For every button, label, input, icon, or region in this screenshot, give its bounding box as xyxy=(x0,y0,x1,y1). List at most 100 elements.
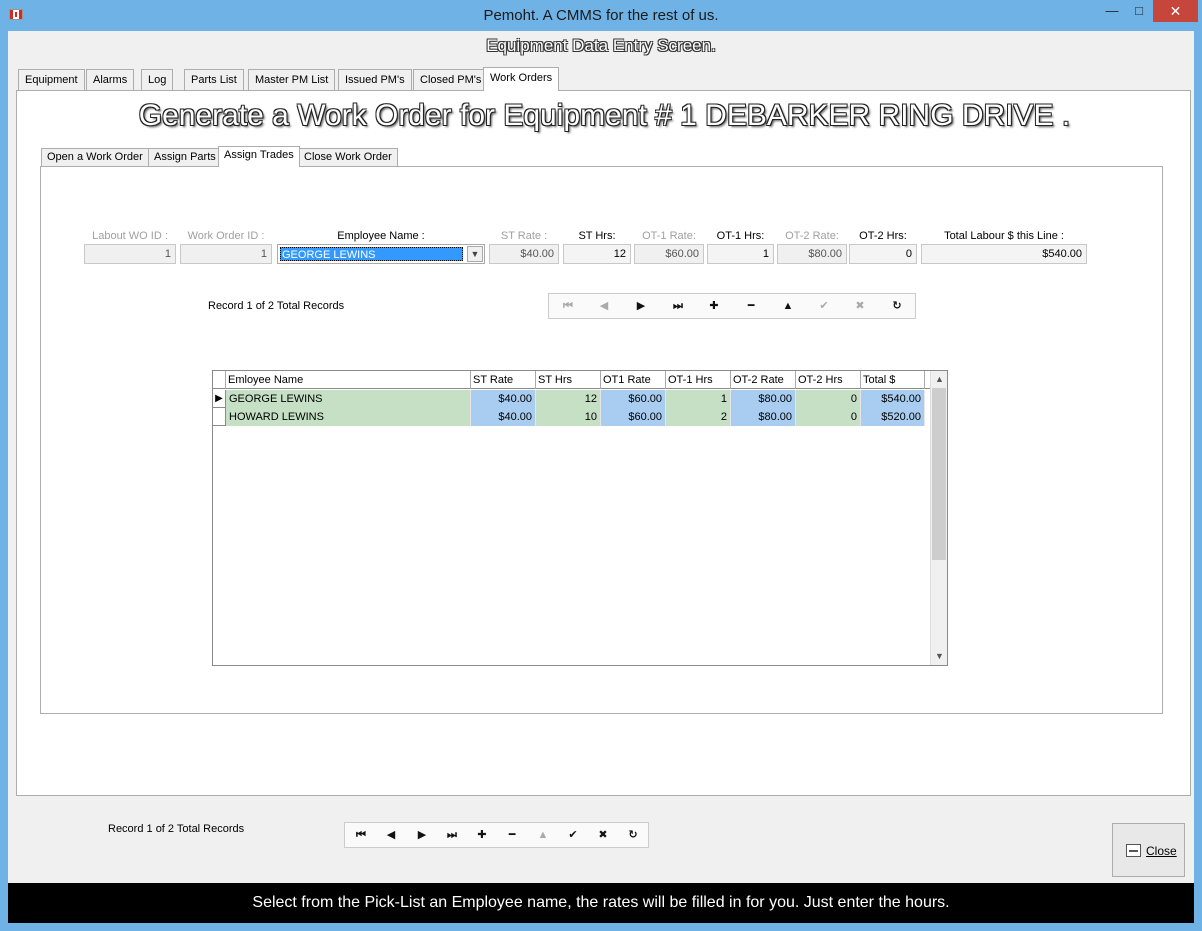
maximize-button[interactable]: □ xyxy=(1126,0,1152,22)
previous-record-icon[interactable]: ◀ xyxy=(377,826,405,844)
ot1-hrs-label: OT-1 Hrs: xyxy=(716,230,765,242)
delete-record-icon[interactable]: ━ xyxy=(737,297,765,315)
col-ot1-hrs[interactable]: OT-1 Hrs xyxy=(666,371,731,389)
title-bar[interactable]: Pemoht. A CMMS for the rest of us. — □ ✕ xyxy=(0,0,1202,31)
delete-record-icon[interactable]: ━ xyxy=(498,826,526,844)
cell-st-hrs[interactable]: 12 xyxy=(536,390,601,408)
ot2-hrs-input[interactable]: 0 xyxy=(849,244,917,264)
close-button-label: Close xyxy=(1146,844,1177,858)
ot2-hrs-label: OT-2 Hrs: xyxy=(859,230,907,242)
col-ot2-hrs[interactable]: OT-2 Hrs xyxy=(796,371,861,389)
cell-st-hrs[interactable]: 10 xyxy=(536,408,601,426)
save-record-icon[interactable]: ✔ xyxy=(810,297,838,315)
refresh-icon[interactable]: ↻ xyxy=(619,826,647,844)
exit-door-icon xyxy=(1126,844,1141,857)
refresh-icon[interactable]: ↻ xyxy=(883,297,911,315)
work-order-id-label: Work Order ID : xyxy=(187,230,265,242)
st-rate-field: $40.00 xyxy=(489,244,559,264)
cell-total[interactable]: $540.00 xyxy=(861,390,925,408)
first-record-icon[interactable]: ⏮ xyxy=(554,297,582,315)
next-record-icon[interactable]: ▶ xyxy=(408,826,436,844)
col-st-hrs[interactable]: ST Hrs xyxy=(536,371,601,389)
col-ot1-rate[interactable]: OT1 Rate xyxy=(601,371,666,389)
last-record-icon[interactable]: ⏭ xyxy=(664,297,692,315)
cell-ot2-hrs[interactable]: 0 xyxy=(796,408,861,426)
col-ot2-rate[interactable]: OT-2 Rate xyxy=(731,371,796,389)
tab-issued-pms[interactable]: Issued PM's xyxy=(338,69,412,90)
col-total[interactable]: Total $ xyxy=(861,371,925,389)
save-record-icon[interactable]: ✔ xyxy=(559,826,587,844)
row-selector[interactable] xyxy=(213,408,226,426)
col-employee-name[interactable]: Emloyee Name xyxy=(226,371,471,389)
cell-ot1-rate[interactable]: $60.00 xyxy=(601,408,666,426)
scroll-up-icon[interactable]: ▲ xyxy=(931,371,948,387)
table-row[interactable]: HOWARD LEWINS $40.00 10 $60.00 2 $80.00 … xyxy=(213,408,930,426)
outer-record-navigator: ⏮ ◀ ▶ ⏭ ✚ ━ ▲ ✔ ✖ ↻ xyxy=(344,822,649,848)
tab-assign-trades[interactable]: Assign Trades xyxy=(218,146,300,167)
tab-work-orders[interactable]: Work Orders xyxy=(483,67,560,91)
st-hrs-label: ST Hrs: xyxy=(578,230,616,242)
tab-log[interactable]: Log xyxy=(141,69,174,90)
scroll-down-icon[interactable]: ▼ xyxy=(931,648,948,664)
cell-total[interactable]: $520.00 xyxy=(861,408,925,426)
minimize-button[interactable]: — xyxy=(1099,0,1125,22)
outer-record-counter: Record 1 of 2 Total Records xyxy=(108,823,245,835)
edit-record-icon[interactable]: ▲ xyxy=(529,826,557,844)
total-labour-label: Total Labour $ this Line : xyxy=(944,230,1064,242)
scroll-thumb[interactable] xyxy=(932,388,946,560)
cell-ot2-rate[interactable]: $80.00 xyxy=(731,408,796,426)
ot1-hrs-input[interactable]: 1 xyxy=(707,244,774,264)
window-close-button[interactable]: ✕ xyxy=(1153,0,1198,22)
chevron-down-icon[interactable]: ▼ xyxy=(467,246,483,262)
col-st-rate[interactable]: ST Rate xyxy=(471,371,536,389)
cancel-edit-icon[interactable]: ✖ xyxy=(589,826,617,844)
employee-name-combo[interactable]: GEORGE LEWINS ▼ xyxy=(277,244,485,264)
close-button[interactable]: Close xyxy=(1112,823,1185,877)
work-order-heading: Generate a Work Order for Equipment # 1 … xyxy=(138,99,1071,132)
employee-name-label: Employee Name : xyxy=(337,230,425,242)
cancel-edit-icon[interactable]: ✖ xyxy=(846,297,874,315)
grid-vertical-scrollbar[interactable]: ▲ ▼ xyxy=(930,371,947,665)
tab-open-work-order[interactable]: Open a Work Order xyxy=(41,148,149,166)
cell-employee-name[interactable]: HOWARD LEWINS xyxy=(226,408,471,426)
inner-record-counter: Record 1 of 2 Total Records xyxy=(208,300,345,312)
add-record-icon[interactable]: ✚ xyxy=(468,826,496,844)
ot2-rate-field: $80.00 xyxy=(777,244,847,264)
tab-master-pm-list[interactable]: Master PM List xyxy=(248,69,336,90)
work-order-id-field: 1 xyxy=(180,244,272,264)
cell-ot1-rate[interactable]: $60.00 xyxy=(601,390,666,408)
tab-alarms[interactable]: Alarms xyxy=(86,69,135,90)
tab-assign-parts[interactable]: Assign Parts xyxy=(148,148,222,166)
ot2-rate-label: OT-2 Rate: xyxy=(785,230,839,242)
cell-ot2-hrs[interactable]: 0 xyxy=(796,390,861,408)
cell-employee-name[interactable]: GEORGE LEWINS xyxy=(226,390,471,408)
st-rate-label: ST Rate : xyxy=(500,230,548,242)
cell-ot1-hrs[interactable]: 2 xyxy=(666,408,731,426)
tab-equipment[interactable]: Equipment xyxy=(18,69,85,90)
grid-header: Emloyee Name ST Rate ST Hrs OT1 Rate OT-… xyxy=(213,371,930,389)
trades-grid[interactable]: Emloyee Name ST Rate ST Hrs OT1 Rate OT-… xyxy=(212,370,948,666)
edit-record-icon[interactable]: ▲ xyxy=(774,297,802,315)
last-record-icon[interactable]: ⏭ xyxy=(438,826,466,844)
employee-name-value[interactable]: GEORGE LEWINS xyxy=(280,247,463,261)
first-record-icon[interactable]: ⏮ xyxy=(347,826,375,844)
table-row[interactable]: ▶ GEORGE LEWINS $40.00 12 $60.00 1 $80.0… xyxy=(213,390,930,408)
tab-closed-pms[interactable]: Closed PM's xyxy=(413,69,489,90)
previous-record-icon[interactable]: ◀ xyxy=(590,297,618,315)
wo-id-field: 1 xyxy=(84,244,176,264)
cell-st-rate[interactable]: $40.00 xyxy=(471,390,536,408)
ot1-rate-label: OT-1 Rate: xyxy=(642,230,696,242)
grid-corner xyxy=(213,371,226,389)
screen-title: Equipment Data Entry Screen. xyxy=(486,36,716,55)
tab-close-work-order[interactable]: Close Work Order xyxy=(298,148,398,166)
add-record-icon[interactable]: ✚ xyxy=(700,297,728,315)
total-labour-field: $540.00 xyxy=(921,244,1087,264)
current-row-icon[interactable]: ▶ xyxy=(213,390,226,408)
st-hrs-input[interactable]: 12 xyxy=(563,244,631,264)
next-record-icon[interactable]: ▶ xyxy=(627,297,655,315)
cell-ot2-rate[interactable]: $80.00 xyxy=(731,390,796,408)
window-title: Pemoht. A CMMS for the rest of us. xyxy=(483,7,719,24)
cell-ot1-hrs[interactable]: 1 xyxy=(666,390,731,408)
tab-parts-list[interactable]: Parts List xyxy=(184,69,244,90)
cell-st-rate[interactable]: $40.00 xyxy=(471,408,536,426)
